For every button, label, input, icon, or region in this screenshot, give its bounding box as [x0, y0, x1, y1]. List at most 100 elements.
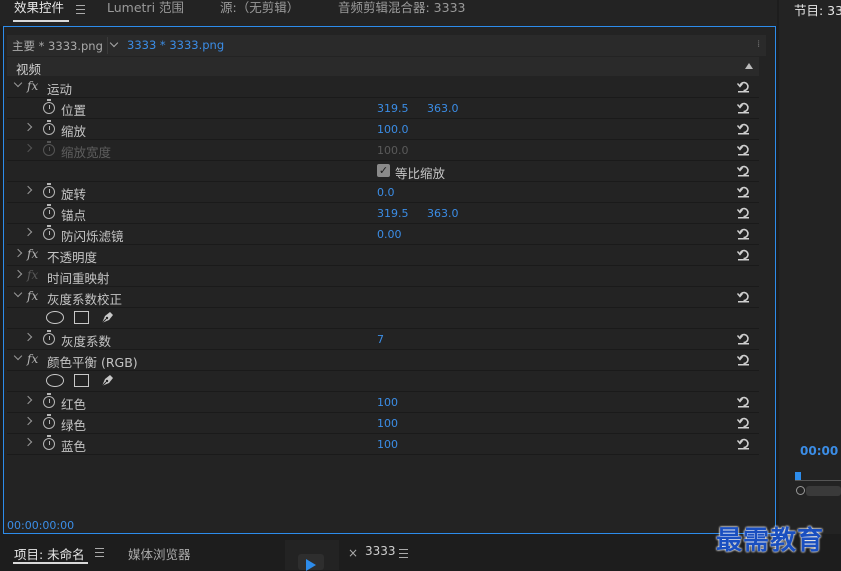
reset-icon[interactable] [737, 353, 750, 366]
expand-chevron-icon[interactable] [23, 185, 33, 195]
fx-icon[interactable]: fx [27, 247, 38, 261]
expand-chevron-icon[interactable] [13, 351, 23, 361]
effect-opacity[interactable]: fx 不透明度 [7, 245, 759, 266]
reset-icon[interactable] [737, 101, 750, 114]
anti-flicker-value[interactable]: 0.00 [377, 228, 402, 241]
ellipse-mask-icon[interactable] [46, 311, 64, 324]
reset-icon[interactable] [737, 143, 750, 156]
stopwatch-icon[interactable] [43, 393, 55, 408]
stopwatch-icon[interactable] [43, 414, 55, 429]
reset-icon[interactable] [737, 248, 750, 261]
reset-icon[interactable] [737, 227, 750, 240]
stopwatch-icon[interactable] [43, 204, 55, 219]
param-green[interactable]: 绿色 100 [7, 413, 759, 434]
reset-icon[interactable] [737, 80, 750, 93]
tab-effect-controls[interactable]: 效果控件 [14, 0, 64, 20]
mask-tools-row [7, 371, 759, 392]
expand-chevron-icon[interactable] [13, 269, 23, 279]
zoom-knob-icon[interactable] [796, 486, 805, 495]
expand-chevron-icon[interactable] [13, 288, 23, 298]
param-rotation[interactable]: 旋转 0.0 [7, 182, 759, 203]
stopwatch-icon[interactable] [43, 225, 55, 240]
param-position[interactable]: 位置 319.5 363.0 [7, 98, 759, 119]
tab-project[interactable]: 项目: 未命名 [14, 544, 85, 563]
expand-chevron-icon[interactable] [23, 122, 33, 132]
blue-value[interactable]: 100 [377, 438, 398, 451]
play-button[interactable] [298, 554, 324, 571]
stopwatch-icon[interactable] [43, 120, 55, 135]
expand-chevron-icon[interactable] [23, 332, 33, 342]
rectangle-mask-icon[interactable] [74, 311, 89, 324]
time-ruler[interactable] [795, 480, 841, 481]
current-timecode[interactable]: 00:00:00:00 [7, 519, 74, 532]
red-value[interactable]: 100 [377, 396, 398, 409]
effect-gamma-correction[interactable]: fx 灰度系数校正 [7, 287, 759, 308]
reset-icon[interactable] [737, 416, 750, 429]
param-blue[interactable]: 蓝色 100 [7, 434, 759, 455]
chevron-down-icon[interactable] [109, 38, 119, 48]
expand-chevron-icon[interactable] [23, 227, 33, 237]
param-scale[interactable]: 缩放 100.0 [7, 119, 759, 140]
reset-icon[interactable] [737, 332, 750, 345]
reset-icon[interactable] [737, 164, 750, 177]
param-red[interactable]: 红色 100 [7, 392, 759, 413]
anchor-y-value[interactable]: 363.0 [427, 207, 459, 220]
close-icon[interactable]: × [348, 546, 358, 560]
gamma-value[interactable]: 7 [377, 333, 384, 346]
rotation-value[interactable]: 0.0 [377, 186, 395, 199]
fx-icon[interactable]: fx [27, 79, 38, 93]
effect-controls-time-bar: 00:00:00:00 [7, 514, 759, 532]
panel-grip-icon[interactable]: ⁞ [757, 39, 760, 50]
reset-icon[interactable] [737, 290, 750, 303]
program-monitor-title[interactable]: 节目: 3333 [794, 0, 841, 19]
reset-icon[interactable] [737, 395, 750, 408]
param-label: 位置 [61, 103, 87, 118]
reset-icon[interactable] [737, 437, 750, 450]
pen-mask-icon[interactable] [100, 309, 116, 325]
effect-color-balance[interactable]: fx 颜色平衡 (RGB) [7, 350, 759, 371]
expand-chevron-icon[interactable] [23, 416, 33, 426]
tab-lumetri-scopes[interactable]: Lumetri 范围 [107, 0, 184, 20]
sequence-clip-tab[interactable]: 3333 * 3333.png [127, 38, 224, 52]
collapse-up-icon[interactable] [745, 63, 753, 69]
pen-mask-icon[interactable] [100, 372, 116, 388]
param-uniform-scale[interactable]: ✓ 等比缩放 [7, 161, 759, 182]
stopwatch-icon[interactable] [43, 183, 55, 198]
panel-menu-icon[interactable] [76, 5, 85, 14]
uniform-scale-checkbox[interactable]: ✓ [377, 164, 390, 177]
fx-icon[interactable]: fx [27, 289, 38, 303]
expand-chevron-icon[interactable] [23, 437, 33, 447]
tab-source[interactable]: 源:（无剪辑） [220, 0, 299, 20]
expand-chevron-icon[interactable] [13, 248, 23, 258]
anchor-x-value[interactable]: 319.5 [377, 207, 409, 220]
expand-chevron-icon[interactable] [13, 78, 23, 88]
stopwatch-icon[interactable] [43, 99, 55, 114]
tab-audio-clip-mixer[interactable]: 音频剪辑混合器: 3333 [338, 0, 466, 20]
stopwatch-icon[interactable] [43, 435, 55, 450]
scale-value[interactable]: 100.0 [377, 123, 409, 136]
param-anti-flicker[interactable]: 防闪烁滤镜 0.00 [7, 224, 759, 245]
position-x-value[interactable]: 319.5 [377, 102, 409, 115]
ellipse-mask-icon[interactable] [46, 374, 64, 387]
expand-chevron-icon[interactable] [23, 395, 33, 405]
fx-icon[interactable]: fx [27, 352, 38, 366]
program-timecode[interactable]: 00:00 [800, 444, 838, 458]
position-y-value[interactable]: 363.0 [427, 102, 459, 115]
rectangle-mask-icon[interactable] [74, 374, 89, 387]
master-clip-tab[interactable]: 主要 * 3333.png [12, 38, 103, 54]
param-gamma[interactable]: 灰度系数 7 [7, 329, 759, 350]
reset-icon[interactable] [737, 185, 750, 198]
panel-menu-icon[interactable] [399, 549, 408, 558]
param-label: 缩放宽度 [61, 145, 112, 160]
tab-media-browser[interactable]: 媒体浏览器 [128, 544, 191, 563]
reset-icon[interactable] [737, 206, 750, 219]
reset-icon[interactable] [737, 122, 750, 135]
tab-sequence[interactable]: 3333 [365, 544, 396, 558]
effect-time-remapping[interactable]: fx 时间重映射 [7, 266, 759, 287]
zoom-scrollbar[interactable] [806, 486, 841, 496]
green-value[interactable]: 100 [377, 417, 398, 430]
panel-menu-icon[interactable] [95, 548, 104, 557]
param-anchor-point[interactable]: 锚点 319.5 363.0 [7, 203, 759, 224]
effect-motion[interactable]: fx 运动 [7, 77, 759, 98]
stopwatch-icon[interactable] [43, 330, 55, 345]
